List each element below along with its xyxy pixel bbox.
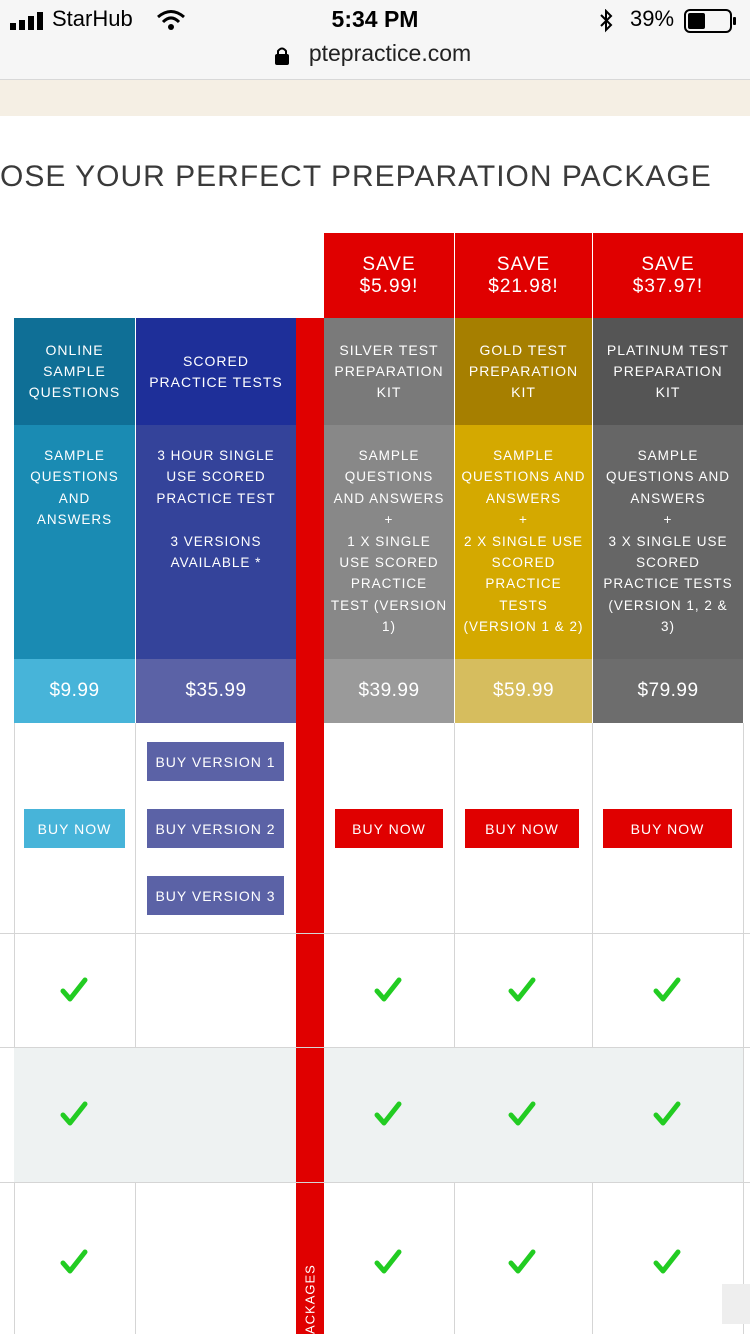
price-platinum-kit: $79.99 — [593, 659, 743, 723]
grid-line — [592, 723, 593, 1334]
header-scored-practice: SCORED PRACTICE TESTS — [136, 318, 296, 425]
check-icon — [60, 1101, 88, 1126]
check-icon — [60, 1249, 88, 1274]
grid-line — [743, 723, 744, 1334]
header-online-sample: ONLINE SAMPLE QUESTIONS — [14, 318, 135, 425]
save-banner-gold: SAVE $21.98! — [455, 233, 592, 318]
desc-gold-kit: SAMPLE QUESTIONS AND ANSWERS + 2 X SINGL… — [455, 425, 592, 659]
desc-platinum-kit: SAMPLE QUESTIONS AND ANSWERS + 3 X SINGL… — [593, 425, 743, 659]
desc-online-sample: SAMPLE QUESTIONS AND ANSWERS — [14, 425, 135, 659]
bluetooth-icon — [600, 9, 613, 33]
grid-line — [0, 933, 750, 934]
price-scored-practice: $35.99 — [136, 659, 296, 723]
grid-line — [14, 723, 15, 1334]
grid-line — [454, 723, 455, 1334]
price-gold-kit: $59.99 — [455, 659, 592, 723]
check-icon — [508, 1101, 536, 1126]
battery-percent: 39% — [630, 6, 675, 31]
save-banner-platinum: SAVE $37.97! — [593, 233, 743, 318]
check-icon — [374, 1101, 402, 1126]
check-icon — [374, 1249, 402, 1274]
feature-row-shaded — [14, 1048, 296, 1182]
buy-now-platinum-button[interactable]: BUY NOW — [603, 809, 732, 848]
save-banner-silver: SAVE $5.99! — [324, 233, 454, 318]
grid-line — [0, 1182, 750, 1183]
status-bar: StarHub 5:34 PM 39% — [0, 0, 750, 42]
check-icon — [374, 977, 402, 1002]
grid-line — [135, 723, 136, 1334]
check-icon — [653, 977, 681, 1002]
header-silver-kit: SILVER TEST PREPARATION KIT — [324, 318, 454, 425]
desc-silver-kit: SAMPLE QUESTIONS AND ANSWERS + 1 X SINGL… — [324, 425, 454, 659]
check-icon — [653, 1101, 681, 1126]
buy-now-silver-button[interactable]: BUY NOW — [335, 809, 443, 848]
header-platinum-kit: PLATINUM TEST PREPARATION KIT — [593, 318, 743, 425]
buy-now-gold-button[interactable]: BUY NOW — [465, 809, 579, 848]
check-icon — [653, 1249, 681, 1274]
buy-version-2-button[interactable]: BUY VERSION 2 — [147, 809, 284, 848]
check-icon — [508, 977, 536, 1002]
check-icon — [508, 1249, 536, 1274]
buy-version-1-button[interactable]: BUY VERSION 1 — [147, 742, 284, 781]
price-silver-kit: $39.99 — [324, 659, 454, 723]
scroll-corner-icon[interactable] — [722, 1284, 750, 1324]
buy-now-online-button[interactable]: BUY NOW — [24, 809, 125, 848]
price-online-sample: $9.99 — [14, 659, 135, 723]
battery-icon — [684, 9, 736, 33]
banner-strip — [0, 80, 750, 116]
header-gold-kit: GOLD TEST PREPARATION KIT — [455, 318, 592, 425]
url-text[interactable]: ptepractice.com — [0, 40, 750, 67]
page-heading: OSE YOUR PERFECT PREPARATION PACKAGE — [0, 160, 712, 193]
vertical-label: ACKAGES — [302, 1264, 318, 1334]
buy-version-3-button[interactable]: BUY VERSION 3 — [147, 876, 284, 915]
check-icon — [60, 977, 88, 1002]
desc-scored-practice: 3 HOUR SINGLE USE SCORED PRACTICE TEST 3… — [136, 425, 296, 659]
